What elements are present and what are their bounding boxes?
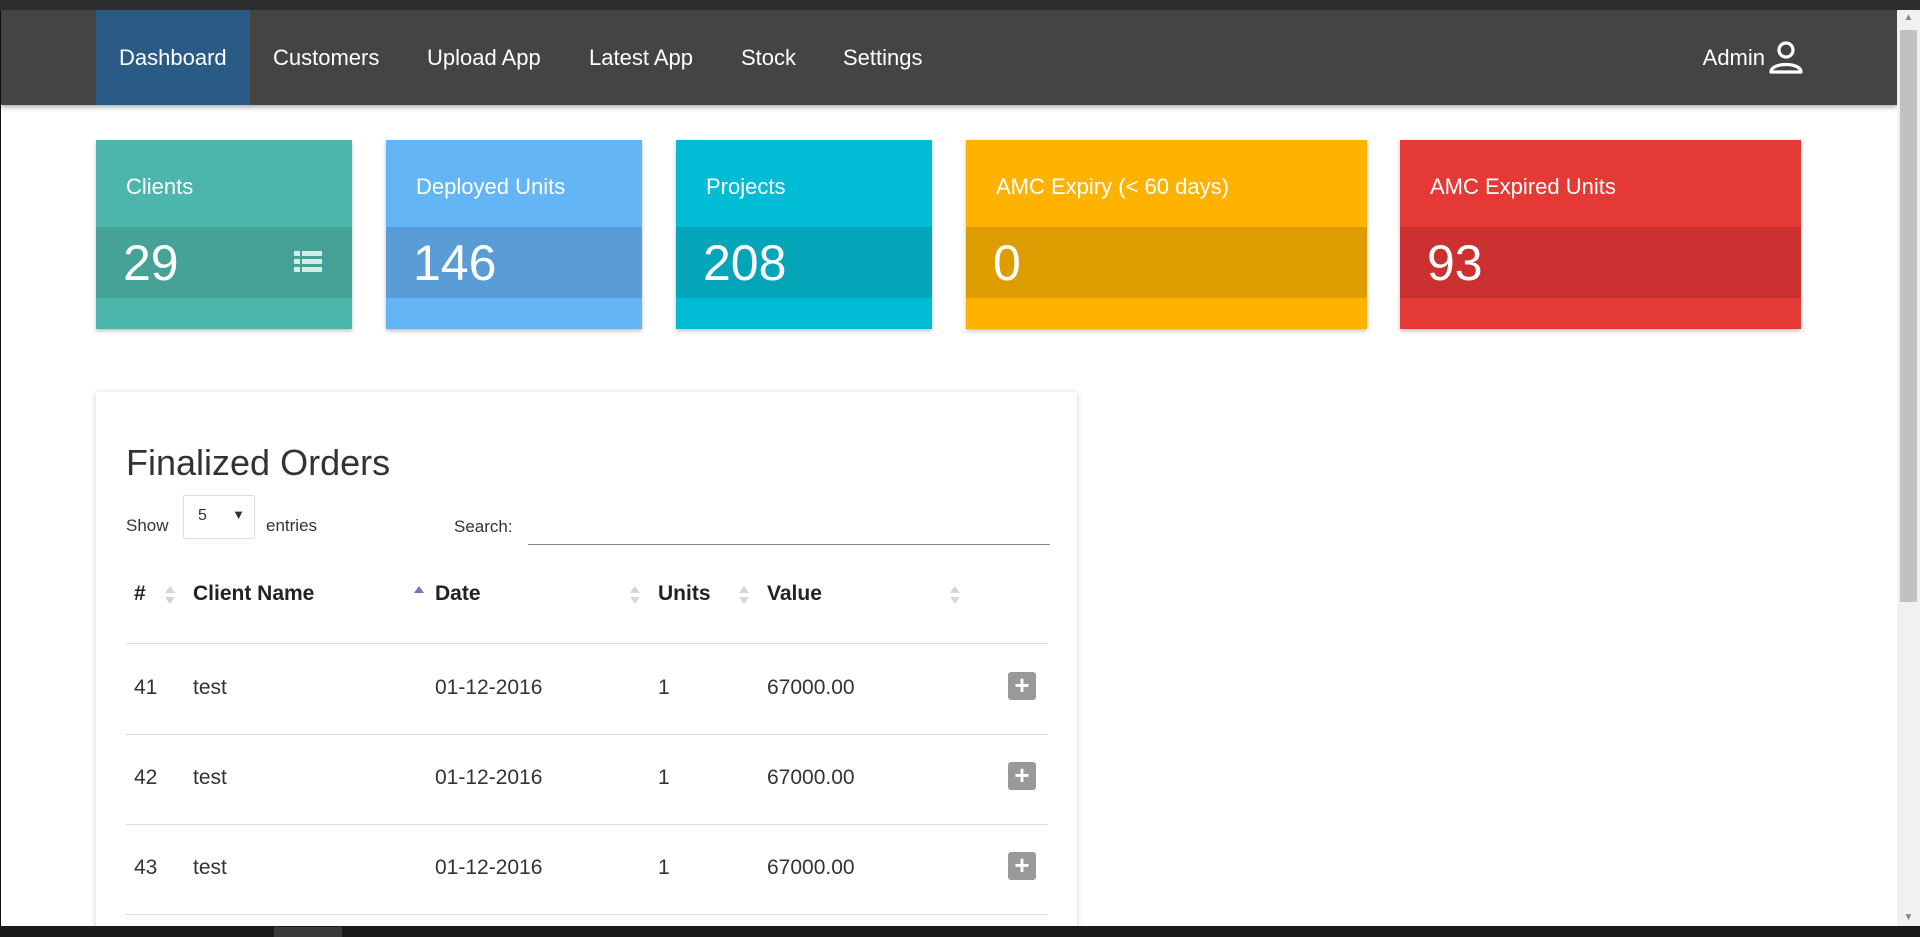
scroll-down-arrow-icon[interactable]: ▼ xyxy=(1897,910,1920,926)
app-window: Dashboard Customers Upload App Latest Ap… xyxy=(1,10,1897,926)
table-row: 41 test 01-12-2016 1 67000.00 + xyxy=(126,644,1048,735)
stat-card-amc-expired-units[interactable]: AMC Expired Units 93 xyxy=(1400,140,1801,329)
cell-units: 1 xyxy=(658,676,670,699)
cell-date: 01-12-2016 xyxy=(435,766,543,789)
card-value: 93 xyxy=(1427,235,1483,291)
sort-ascending-icon xyxy=(414,586,424,593)
cell-date: 01-12-2016 xyxy=(435,856,543,879)
sort-both-icon xyxy=(165,586,175,604)
column-header-units[interactable]: Units xyxy=(658,582,711,606)
expand-row-button[interactable]: + xyxy=(1008,762,1036,790)
card-title: Projects xyxy=(706,174,786,199)
admin-label[interactable]: Admin xyxy=(1703,10,1765,105)
card-value: 208 xyxy=(703,235,787,291)
card-band: 208 xyxy=(676,227,932,298)
column-header-date[interactable]: Date xyxy=(435,582,481,606)
column-header-id[interactable]: # xyxy=(134,582,146,606)
card-value: 146 xyxy=(413,235,497,291)
plus-icon: + xyxy=(1014,760,1030,790)
cell-client-name: test xyxy=(193,766,227,789)
card-band: 93 xyxy=(1400,227,1801,298)
entries-label: entries xyxy=(266,516,318,535)
list-icon xyxy=(294,251,322,272)
taskbar-item[interactable] xyxy=(274,927,342,937)
caret-down-icon: ▼ xyxy=(232,507,245,522)
card-title: Clients xyxy=(126,174,194,199)
top-navbar: Dashboard Customers Upload App Latest Ap… xyxy=(1,10,1897,105)
sort-both-icon xyxy=(630,586,640,604)
card-title: Deployed Units xyxy=(416,174,566,199)
browser-top-strip xyxy=(0,0,1920,10)
table-row: 43 test 01-12-2016 1 67000.00 + xyxy=(126,824,1048,915)
cell-units: 1 xyxy=(658,766,670,789)
finalized-orders-panel: Finalized Orders Show 5 ▼ entries Search… xyxy=(96,392,1077,926)
card-title: AMC Expiry (< 60 days) xyxy=(996,174,1229,199)
nav-item-upload-app[interactable]: Upload App xyxy=(404,10,564,105)
column-header-value[interactable]: Value xyxy=(767,582,822,606)
show-label: Show xyxy=(126,516,169,535)
sort-both-icon xyxy=(739,586,749,604)
sort-both-icon xyxy=(950,586,960,604)
page-length-select[interactable]: 5 ▼ xyxy=(183,495,255,539)
cell-units: 1 xyxy=(658,856,670,879)
user-icon[interactable] xyxy=(1768,39,1804,75)
cell-id: 41 xyxy=(134,676,158,699)
nav-item-stock[interactable]: Stock xyxy=(718,10,819,105)
search-label: Search: xyxy=(454,517,513,536)
stat-card-amc-expiry[interactable]: AMC Expiry (< 60 days) 0 xyxy=(966,140,1367,329)
cell-value: 67000.00 xyxy=(767,676,855,699)
plus-icon: + xyxy=(1014,670,1030,700)
cell-client-name: test xyxy=(193,856,227,879)
nav-item-dashboard[interactable]: Dashboard xyxy=(96,10,250,105)
card-band: 146 xyxy=(386,227,642,298)
cell-id: 42 xyxy=(134,766,158,789)
cell-client-name: test xyxy=(193,676,227,699)
scrollbar-thumb[interactable] xyxy=(1900,30,1917,602)
cell-date: 01-12-2016 xyxy=(435,676,543,699)
page-length-value: 5 xyxy=(198,507,207,524)
card-band: 0 xyxy=(966,227,1367,298)
vertical-scrollbar[interactable]: ▲ ▼ xyxy=(1897,10,1920,926)
os-taskbar xyxy=(0,926,1920,937)
stat-card-deployed-units[interactable]: Deployed Units 146 xyxy=(386,140,642,329)
search-input[interactable] xyxy=(528,504,1050,545)
nav-item-latest-app[interactable]: Latest App xyxy=(566,10,716,105)
table-row: 42 test 01-12-2016 1 67000.00 + xyxy=(126,734,1048,825)
stat-card-clients[interactable]: Clients 29 xyxy=(96,140,352,329)
cell-value: 67000.00 xyxy=(767,766,855,789)
card-value: 0 xyxy=(993,235,1021,291)
expand-row-button[interactable]: + xyxy=(1008,852,1036,880)
column-header-client-name[interactable]: Client Name xyxy=(193,582,314,606)
nav-item-customers[interactable]: Customers xyxy=(250,10,402,105)
cell-value: 67000.00 xyxy=(767,856,855,879)
card-band: 29 xyxy=(96,227,352,298)
card-title: AMC Expired Units xyxy=(1430,174,1616,199)
expand-row-button[interactable]: + xyxy=(1008,672,1036,700)
scroll-up-arrow-icon[interactable]: ▲ xyxy=(1897,10,1920,26)
panel-title: Finalized Orders xyxy=(126,442,391,483)
card-value: 29 xyxy=(123,235,179,291)
plus-icon: + xyxy=(1014,850,1030,880)
stat-card-projects[interactable]: Projects 208 xyxy=(676,140,932,329)
cell-id: 43 xyxy=(134,856,158,879)
nav-item-settings[interactable]: Settings xyxy=(820,10,946,105)
